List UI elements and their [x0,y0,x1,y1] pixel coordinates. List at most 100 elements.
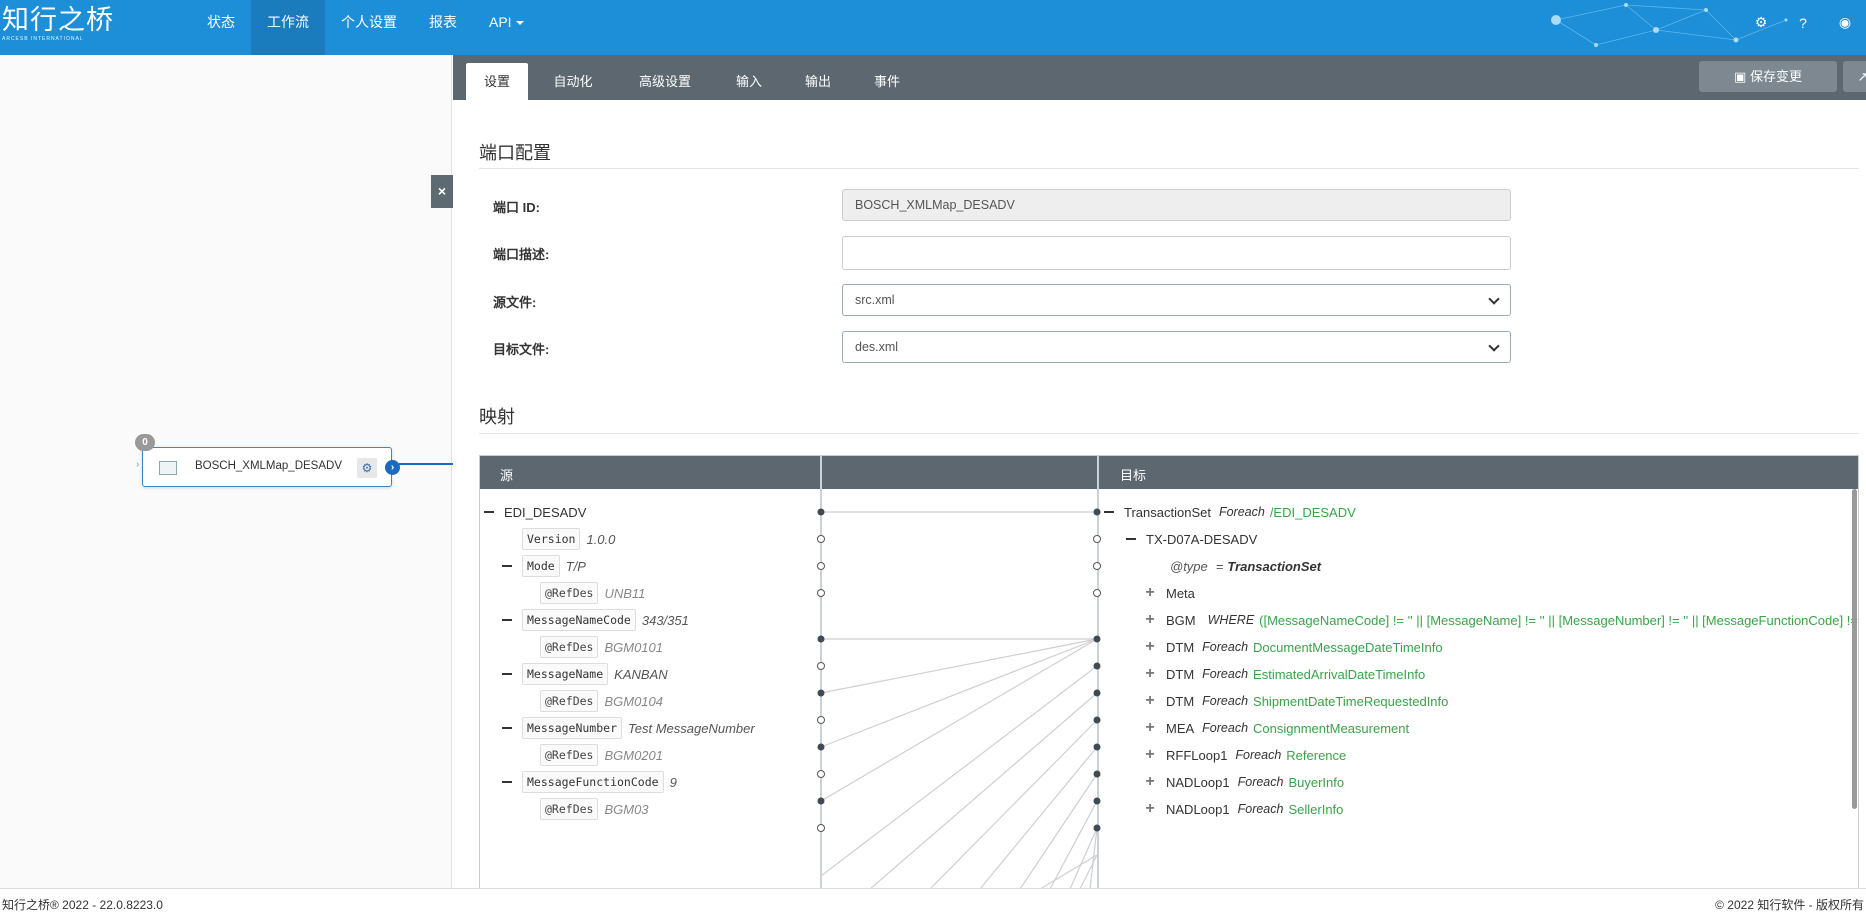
brand-sub: ARCESB INTERNATIONAL [2,36,84,42]
node-output-connector-icon[interactable]: › [385,460,400,475]
target-node-label: DTM [1166,693,1195,709]
source-attr-tag: @RefDes [540,798,599,820]
source-attr-refdes[interactable]: @RefDes BGM0101 [540,634,663,660]
target-root-row[interactable]: TransactionSet Foreach /EDI_DESADV [1104,499,1356,525]
source-attr-tag: @RefDes [540,690,599,712]
target-node-dtm[interactable]: + DTM Foreach EstimatedArrivalDateTimeIn… [1144,661,1425,687]
tab-events[interactable]: 事件 [855,63,919,100]
help-icon[interactable]: ? [1782,15,1824,31]
tab-settings[interactable]: 设置 [466,63,528,100]
target-node-dtm[interactable]: + DTM Foreach DocumentMessageDateTimeInf… [1144,634,1442,660]
collapse-icon[interactable] [502,565,512,567]
port-id-field[interactable]: BOSCH_XMLMap_DESADV [842,189,1511,221]
expand-icon[interactable]: + [1144,584,1156,602]
target-path: ConsignmentMeasurement [1253,720,1410,736]
port-id-label: 端口 ID: [493,200,540,215]
vertical-scrollbar[interactable] [1852,489,1857,809]
source-value: UNB11 [604,585,646,601]
source-attr-refdes[interactable]: @RefDes BGM0201 [540,742,663,768]
top-navbar: 知行之桥 ARCESB INTERNATIONAL 状态 工作流 个人设置 报表… [0,0,1866,55]
collapse-icon[interactable] [1104,511,1114,513]
target-node-label: RFFLoop1 [1166,747,1228,763]
foreach-keyword: Foreach [1202,721,1249,735]
source-value: Test MessageNumber [628,720,755,736]
source-root-row[interactable]: EDI_DESADV [484,499,586,525]
source-attr-refdes[interactable]: @RefDes BGM0104 [540,688,663,714]
tab-input[interactable]: 输入 [717,63,781,100]
target-node-bgm[interactable]: + BGM WHERE ([MessageNameCode] != '' || … [1144,607,1858,633]
expand-icon[interactable]: + [1144,638,1156,656]
collapse-icon[interactable] [502,619,512,621]
workflow-canvas[interactable]: × › 0 BOSCH_XMLMap_DESADV ⚙ › [0,55,453,888]
port-desc-textarea[interactable] [842,236,1511,270]
gear-icon[interactable]: ⚙ [1740,14,1782,31]
target-node-label: TransactionSet [1124,504,1211,520]
mapping-editor[interactable]: 源 目标 EDI_DESADV Version 1.0.0 Mode T/P @… [479,455,1859,888]
expand-icon[interactable]: + [1144,611,1156,629]
node-label: BOSCH_XMLMap_DESADV [195,460,342,472]
node-count-badge: 0 [135,434,155,451]
source-file-value: src.xml [855,293,895,307]
chevron-down-icon [1488,293,1500,305]
target-node-rffloop1[interactable]: + RFFLoop1 Foreach Reference [1144,742,1346,768]
top-icons: ⚙ ? ◉ [1740,0,1866,45]
source-attr-refdes[interactable]: @RefDes UNB11 [540,580,645,606]
nav-api[interactable]: API [473,0,540,55]
port-node[interactable]: 0 BOSCH_XMLMap_DESADV ⚙ › [135,434,400,487]
xmlmap-icon [159,461,177,475]
source-node-messagefunctioncode[interactable]: MessageFunctionCode 9 [502,769,677,795]
node-settings-gear-icon[interactable]: ⚙ [357,458,377,478]
nav-profile[interactable]: 个人设置 [325,0,413,55]
open-external-button[interactable]: ↗ [1843,61,1866,92]
collapse-icon[interactable] [502,781,512,783]
foreach-keyword: Foreach [1202,667,1249,681]
user-icon[interactable]: ◉ [1824,14,1866,31]
expand-icon[interactable]: + [1144,692,1156,710]
tab-output[interactable]: 输出 [786,63,850,100]
source-node-mode[interactable]: Mode T/P [502,553,586,579]
expand-icon[interactable]: + [1144,719,1156,737]
brand-name: 知行之桥 [2,5,114,36]
target-node-meta[interactable]: + Meta [1144,580,1195,606]
source-node-messagenumber[interactable]: MessageNumber Test MessageNumber [502,715,755,741]
source-node-version[interactable]: Version 1.0.0 [522,526,615,552]
brand-logo[interactable]: 知行之桥 ARCESB INTERNATIONAL [2,5,114,43]
collapse-icon[interactable] [502,727,512,729]
nav-status[interactable]: 状态 [191,0,251,55]
expand-icon[interactable]: + [1144,746,1156,764]
source-attr-refdes[interactable]: @RefDes BGM03 [540,796,649,822]
target-node-tx[interactable]: TX-D07A-DESADV [1126,526,1257,552]
collapse-icon[interactable] [1126,538,1136,540]
close-panel-button[interactable]: × [431,175,453,208]
target-node-nadloop1[interactable]: + NADLoop1 Foreach SellerInfo [1144,796,1343,822]
tab-automation[interactable]: 自动化 [533,63,613,100]
nav-workflow[interactable]: 工作流 [251,0,325,55]
target-path: ShipmentDateTimeRequestedInfo [1253,693,1449,709]
source-node-messagenamecode[interactable]: MessageNameCode 343/351 [502,607,689,633]
source-tag: MessageFunctionCode [522,771,664,793]
source-value: 1.0.0 [586,531,616,547]
node-connection-line [399,463,453,465]
tab-advanced[interactable]: 高级设置 [618,63,712,100]
target-node-dtm[interactable]: + DTM Foreach ShipmentDateTimeRequestedI… [1144,688,1448,714]
port-settings-panel: 设置 自动化 高级设置 输入 输出 事件 ▣ 保存变更 ↗ 端口配置 端口 ID… [453,55,1866,888]
target-file-select[interactable]: des.xml [842,331,1511,363]
source-tag: MessageNumber [522,717,623,739]
target-attr-type[interactable]: @type = TransactionSet [1170,553,1321,579]
save-changes-button[interactable]: ▣ 保存变更 [1699,61,1837,92]
foreach-keyword: Foreach [1202,640,1249,654]
expand-icon[interactable]: + [1144,773,1156,791]
nav-reports[interactable]: 报表 [413,0,473,55]
source-file-select[interactable]: src.xml [842,284,1511,316]
target-node-label: TX-D07A-DESADV [1146,531,1258,547]
expand-icon[interactable]: + [1144,800,1156,818]
source-value: BGM03 [604,801,649,817]
port-config-title: 端口配置 [479,143,551,163]
expand-icon[interactable]: + [1144,665,1156,683]
source-node-messagename[interactable]: MessageName KANBAN [502,661,668,687]
collapse-icon[interactable] [502,673,512,675]
main-nav: 状态 工作流 个人设置 报表 API [191,0,540,55]
target-node-nadloop1[interactable]: + NADLoop1 Foreach BuyerInfo [1144,769,1344,795]
target-node-mea[interactable]: + MEA Foreach ConsignmentMeasurement [1144,715,1409,741]
collapse-icon[interactable] [484,511,494,513]
